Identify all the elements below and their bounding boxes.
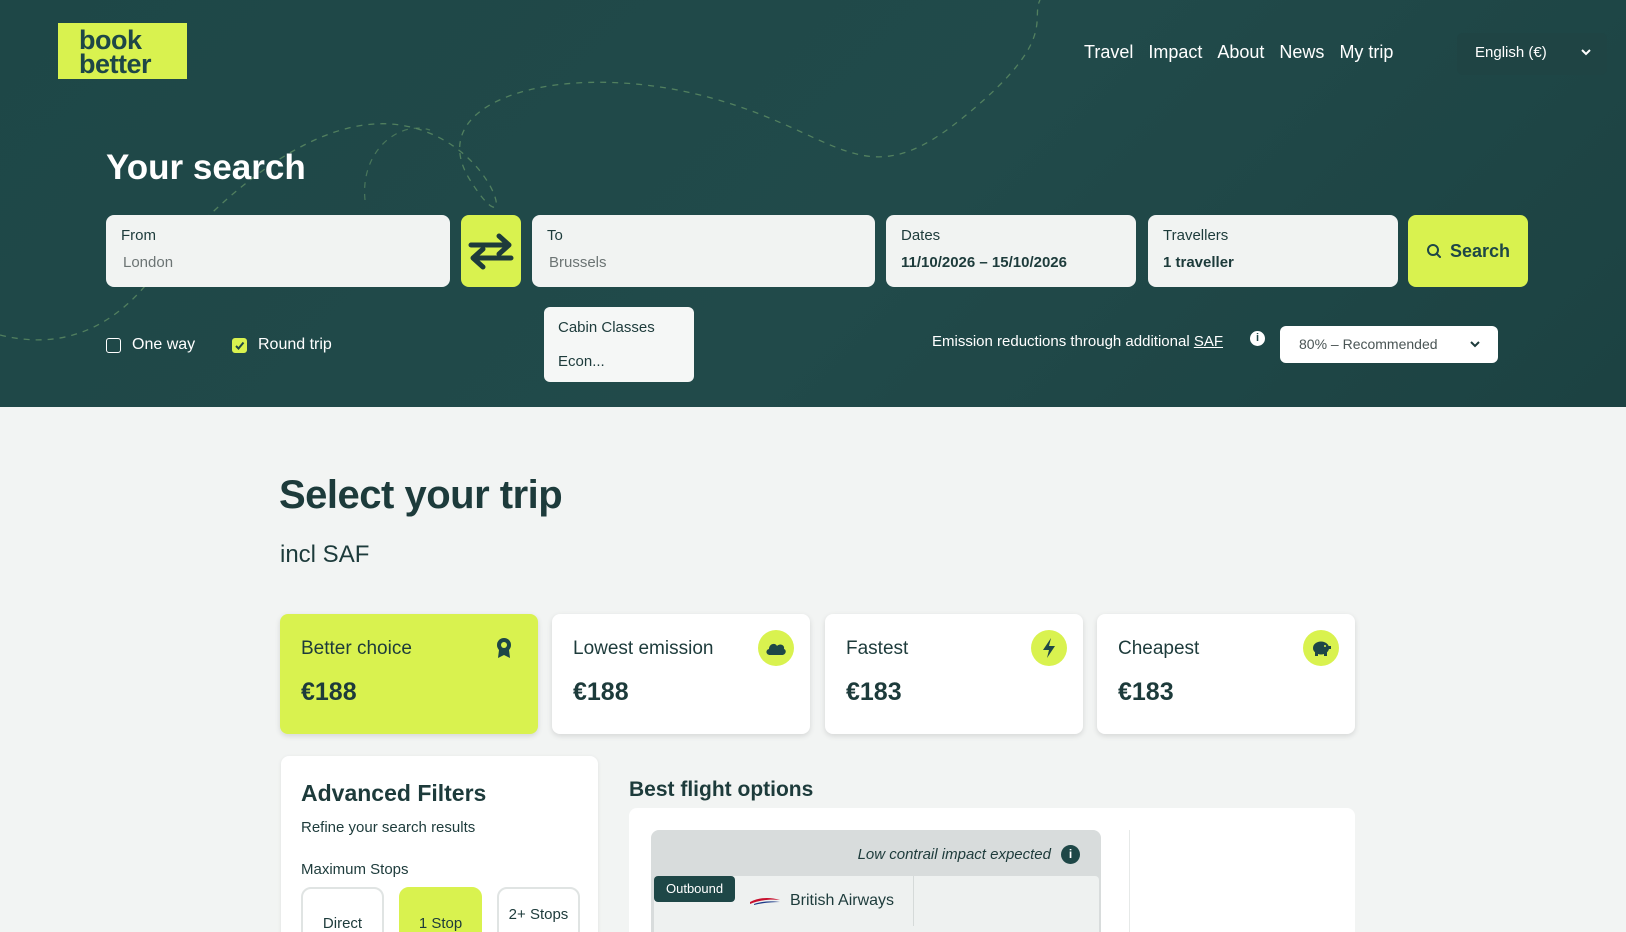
cloud-icon — [758, 630, 794, 666]
swap-button[interactable] — [461, 215, 521, 287]
cabin-label: Cabin Classes — [558, 319, 655, 336]
saf-link[interactable]: SAF — [1194, 333, 1223, 350]
dates-field[interactable]: Dates 11/10/2026 – 15/10/2026 — [886, 215, 1136, 287]
language-value: English (€) — [1475, 44, 1547, 61]
airline-name: British Airways — [790, 892, 895, 909]
one-way-checkbox[interactable] — [106, 337, 121, 353]
cabin-value: Econ... — [558, 353, 605, 370]
card-cheapest[interactable]: Cheapest €183 — [1097, 614, 1355, 734]
round-trip-option[interactable]: Round trip — [232, 336, 332, 354]
search-button-label: Search — [1449, 240, 1511, 261]
card-label: Cheapest — [1118, 638, 1200, 659]
search-button[interactable]: Search — [1408, 215, 1528, 287]
travellers-field[interactable]: Travellers 1 traveller — [1148, 215, 1398, 287]
card-label: Fastest — [846, 638, 909, 659]
info-icon[interactable]: i — [1061, 845, 1080, 864]
to-field[interactable]: To Brussels — [532, 215, 875, 287]
stop-1-stop[interactable]: 1 Stop — [399, 887, 482, 932]
contrail-notice: Low contrail impact expected i — [858, 845, 1080, 864]
nav-about[interactable]: About — [1217, 42, 1264, 63]
card-price: €188 — [301, 678, 357, 706]
max-stops-label: Maximum Stops — [301, 861, 409, 878]
airline-cell: British Airways — [736, 876, 914, 926]
saf-description: Emission reductions through additional S… — [932, 333, 1223, 350]
card-label: Better choice — [301, 638, 412, 659]
search-hero: book better Travel Impact About News My … — [0, 0, 1626, 407]
lightning-icon — [1031, 630, 1067, 666]
saf-text: Emission reductions through additional — [932, 333, 1194, 350]
contrail-text: Low contrail impact expected — [857, 846, 1051, 863]
to-value[interactable]: Brussels — [549, 254, 860, 271]
saf-percentage-select[interactable]: 80% – Recommended — [1280, 326, 1498, 363]
search-icon — [1426, 244, 1441, 258]
british-airways-logo-icon — [750, 897, 780, 905]
saf-select-value: 80% – Recommended — [1299, 336, 1438, 352]
bookbetter-logo[interactable]: book better — [58, 23, 187, 79]
round-trip-label: Round trip — [258, 336, 332, 353]
from-field[interactable]: From London — [106, 215, 450, 287]
best-flights-title: Best flight options — [629, 778, 814, 801]
cabin-class-select[interactable]: Cabin Classes Econ... — [544, 307, 694, 382]
filters-title: Advanced Filters — [301, 780, 487, 806]
card-price: €183 — [846, 678, 902, 706]
chevron-down-icon — [1581, 49, 1591, 56]
stop-2-plus[interactable]: 2+ Stops — [497, 887, 580, 932]
swap-arrows-icon — [468, 233, 514, 270]
card-price: €183 — [1118, 678, 1174, 706]
card-better-choice[interactable]: Better choice €188 — [280, 614, 538, 734]
chevron-down-icon — [1470, 341, 1480, 348]
card-label: Lowest emission — [573, 638, 714, 659]
dates-value[interactable]: 11/10/2026 – 15/10/2026 — [901, 254, 1121, 271]
from-value[interactable]: London — [123, 254, 435, 271]
flight-results-panel: Low contrail impact expected i Outbound … — [629, 808, 1355, 932]
filters-subtitle: Refine your search results — [301, 819, 476, 836]
nav-travel[interactable]: Travel — [1084, 42, 1133, 63]
select-trip-title: Select your trip — [279, 473, 563, 517]
one-way-label: One way — [132, 336, 196, 353]
main-nav: Travel Impact About News My trip — [1084, 42, 1393, 63]
language-select[interactable]: English (€) — [1457, 33, 1607, 75]
select-trip-subtitle: incl SAF — [280, 541, 370, 568]
to-label: To — [547, 227, 563, 244]
one-way-option[interactable]: One way — [106, 336, 195, 354]
from-label: From — [121, 227, 156, 244]
search-title: Your search — [106, 148, 306, 187]
logo-line-2: better — [79, 49, 152, 79]
checkmark-icon — [235, 341, 245, 350]
card-lowest-emission[interactable]: Lowest emission €188 — [552, 614, 810, 734]
nav-impact[interactable]: Impact — [1148, 42, 1202, 63]
nav-my-trip[interactable]: My trip — [1339, 42, 1393, 63]
stop-direct[interactable]: Direct — [301, 887, 384, 932]
round-trip-checkbox[interactable] — [232, 337, 247, 353]
card-fastest[interactable]: Fastest €183 — [825, 614, 1083, 734]
travellers-value[interactable]: 1 traveller — [1163, 254, 1383, 271]
award-icon — [486, 630, 522, 666]
dates-label: Dates — [901, 227, 941, 244]
info-icon[interactable]: i — [1250, 331, 1265, 346]
divider — [1129, 830, 1130, 932]
stops-options: Direct 1 Stop 2+ Stops — [301, 887, 580, 932]
card-price: €188 — [573, 678, 629, 706]
travellers-label: Travellers — [1163, 227, 1229, 244]
flight-card[interactable]: Low contrail impact expected i Outbound … — [651, 830, 1101, 932]
outbound-badge: Outbound — [654, 876, 736, 902]
nav-news[interactable]: News — [1279, 42, 1324, 63]
advanced-filters-panel: Advanced Filters Refine your search resu… — [281, 756, 598, 932]
piggy-bank-icon — [1303, 630, 1339, 666]
